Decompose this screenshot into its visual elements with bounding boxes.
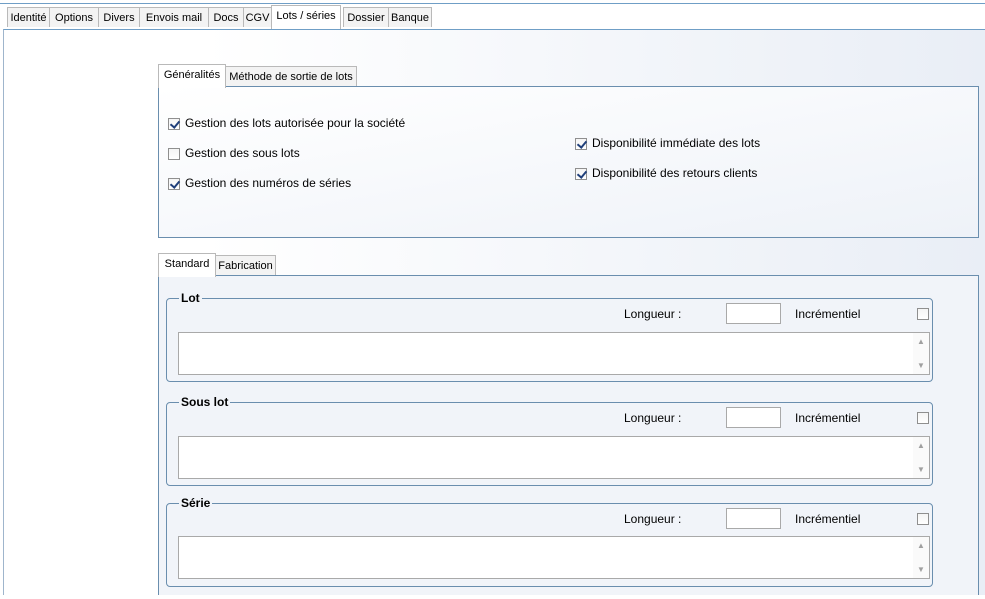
label-gestion-sous-lots[interactable]: Gestion des sous lots [185, 146, 300, 160]
tab-identite[interactable]: Identité [7, 7, 50, 27]
group-sous-lot: Sous lot Longueur : Incrémentiel ▲ ▼ [166, 395, 933, 486]
serie-incrementiel-label: Incrémentiel [795, 512, 861, 526]
tab-envois-mail[interactable]: Envois mail [139, 7, 209, 27]
tab-lots-series[interactable]: Lots / séries [271, 5, 341, 29]
serie-textarea[interactable]: ▲ ▼ [178, 536, 930, 579]
tab-dossier[interactable]: Dossier [343, 7, 389, 27]
checkbox-disponibilite-retours[interactable] [575, 168, 587, 180]
scroll-up-icon[interactable]: ▲ [917, 442, 925, 450]
serie-scrollbar[interactable]: ▲ ▼ [913, 537, 929, 578]
tab-docs[interactable]: Docs [208, 7, 244, 27]
lot-longueur-label: Longueur : [624, 307, 682, 321]
group-lot-title: Lot [179, 291, 202, 305]
group-sous-lot-title: Sous lot [179, 395, 231, 409]
lot-longueur-input[interactable] [726, 303, 781, 324]
sous-lot-longueur-label: Longueur : [624, 411, 682, 425]
lot-incrementiel-label: Incrémentiel [795, 307, 861, 321]
checkbox-gestion-series[interactable] [168, 178, 180, 190]
serie-longueur-label: Longueur : [624, 512, 682, 526]
serie-longueur-input[interactable] [726, 508, 781, 529]
scroll-up-icon[interactable]: ▲ [917, 542, 925, 550]
tab-options[interactable]: Options [49, 7, 99, 27]
lot-scrollbar[interactable]: ▲ ▼ [913, 333, 929, 374]
serie-incrementiel-checkbox[interactable] [917, 513, 929, 525]
lot-textarea[interactable]: ▲ ▼ [178, 332, 930, 375]
sous-lot-incrementiel-label: Incrémentiel [795, 411, 861, 425]
scroll-down-icon[interactable]: ▼ [917, 362, 925, 370]
scroll-down-icon[interactable]: ▼ [917, 466, 925, 474]
tab-methode-sortie-lots[interactable]: Méthode de sortie de lots [225, 66, 357, 86]
lot-incrementiel-checkbox[interactable] [917, 308, 929, 320]
label-disponibilite-immediate[interactable]: Disponibilité immédiate des lots [592, 136, 760, 150]
sous-lot-scrollbar[interactable]: ▲ ▼ [913, 437, 929, 478]
generalites-panel: Gestion des lots autorisée pour la socié… [158, 86, 979, 238]
tab-standard[interactable]: Standard [158, 253, 216, 277]
window-top-border [0, 3, 985, 4]
tab-banque[interactable]: Banque [388, 7, 432, 27]
sous-lot-longueur-input[interactable] [726, 407, 781, 428]
sous-lot-textarea[interactable]: ▲ ▼ [178, 436, 930, 479]
label-disponibilite-retours[interactable]: Disponibilité des retours clients [592, 166, 757, 180]
tab-cgv[interactable]: CGV [243, 7, 272, 27]
scroll-down-icon[interactable]: ▼ [917, 566, 925, 574]
group-lot: Lot Longueur : Incrémentiel ▲ ▼ [166, 291, 933, 382]
label-gestion-lots[interactable]: Gestion des lots autorisée pour la socié… [185, 116, 405, 130]
checkbox-disponibilite-immediate[interactable] [575, 138, 587, 150]
tab-generalites[interactable]: Généralités [158, 64, 226, 88]
group-serie: Série Longueur : Incrémentiel ▲ ▼ [166, 496, 933, 587]
scroll-up-icon[interactable]: ▲ [917, 338, 925, 346]
group-serie-title: Série [179, 496, 213, 510]
label-gestion-series[interactable]: Gestion des numéros de séries [185, 176, 351, 190]
sous-lot-incrementiel-checkbox[interactable] [917, 412, 929, 424]
tab-divers[interactable]: Divers [98, 7, 140, 27]
checkbox-gestion-sous-lots[interactable] [168, 148, 180, 160]
checkbox-gestion-lots[interactable] [168, 118, 180, 130]
tab-fabrication[interactable]: Fabrication [215, 255, 276, 275]
